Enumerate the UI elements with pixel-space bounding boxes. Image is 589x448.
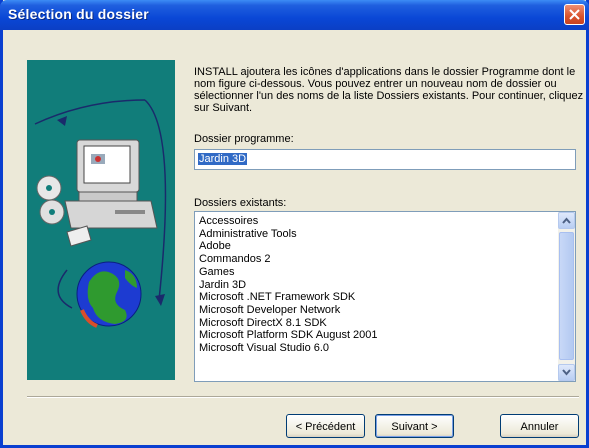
scroll-thumb[interactable] — [559, 232, 574, 360]
cancel-button[interactable]: Annuler — [500, 414, 579, 438]
list-item[interactable]: Adobe — [199, 240, 378, 253]
program-folder-label: Dossier programme: — [194, 133, 294, 145]
list-item[interactable]: Microsoft .NET Framework SDK — [199, 291, 378, 304]
setup-illustration — [27, 60, 175, 380]
button-separator — [27, 396, 579, 398]
list-scrollbar[interactable] — [558, 212, 575, 381]
list-item[interactable]: Jardin 3D — [199, 279, 378, 292]
title-bar[interactable]: Sélection du dossier — [0, 0, 589, 30]
window-title: Sélection du dossier — [8, 6, 149, 22]
existing-folders-label: Dossiers existants: — [194, 197, 287, 209]
list-item[interactable]: Games — [199, 266, 378, 279]
close-button[interactable] — [564, 4, 585, 25]
list-item[interactable]: Commandos 2 — [199, 253, 378, 266]
list-item[interactable]: Microsoft Platform SDK August 2001 — [199, 329, 378, 342]
intro-text: INSTALL ajoutera les icônes d'applicatio… — [194, 66, 584, 114]
next-button[interactable]: Suivant > — [375, 414, 454, 438]
scroll-down-button[interactable] — [558, 364, 575, 381]
chevron-down-icon — [562, 369, 571, 376]
existing-folders-list[interactable]: Accessoires Administrative Tools Adobe C… — [194, 211, 576, 382]
previous-button[interactable]: < Précédent — [286, 414, 365, 438]
chevron-up-icon — [562, 217, 571, 224]
program-folder-value: Jardin 3D — [198, 153, 248, 165]
list-item[interactable]: Microsoft DirectX 8.1 SDK — [199, 317, 378, 330]
list-item[interactable]: Administrative Tools — [199, 228, 378, 241]
list-item[interactable]: Microsoft Visual Studio 6.0 — [199, 342, 378, 355]
computer-globe-illustration — [34, 99, 167, 328]
close-icon — [569, 9, 580, 20]
list-item[interactable]: Microsoft Developer Network — [199, 304, 378, 317]
list-item[interactable]: Accessoires — [199, 215, 378, 228]
scroll-up-button[interactable] — [558, 212, 575, 229]
program-folder-input[interactable]: Jardin 3D — [194, 149, 576, 170]
